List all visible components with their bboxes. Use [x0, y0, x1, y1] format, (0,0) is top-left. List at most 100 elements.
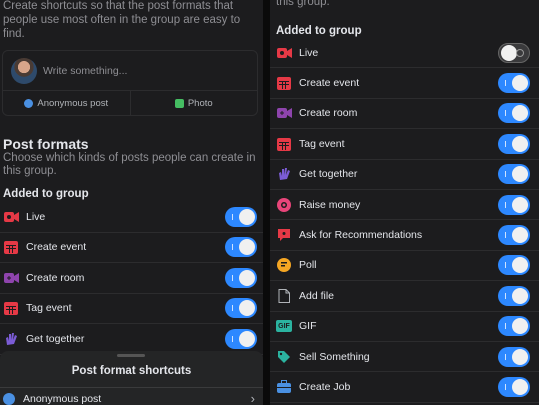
composer-placeholder[interactable]: Write something...: [43, 65, 127, 77]
format-row-create-event: Create event: [270, 68, 539, 99]
tag-icon: [276, 349, 292, 365]
tag-event-toggle[interactable]: [498, 133, 530, 154]
anonymous-post-label: Anonymous post: [37, 97, 109, 109]
get-together-toggle[interactable]: [225, 328, 257, 349]
anonymous-icon: [3, 393, 15, 405]
composer-actions: Anonymous post Photo: [3, 91, 257, 115]
calendar-icon: [3, 239, 19, 255]
sheet-row-label: Anonymous post: [23, 393, 102, 405]
poll-icon: [276, 257, 292, 273]
sheet-divider: [0, 387, 263, 388]
sheet-drag-handle[interactable]: [117, 354, 145, 357]
format-label: Create Job: [299, 380, 351, 393]
recommendation-icon: [276, 227, 292, 243]
description-tail: this group.: [276, 0, 330, 8]
format-row-get-together: Get together: [0, 324, 263, 355]
hand-wave-icon: [276, 166, 292, 182]
sheet-row-anonymous-post[interactable]: Anonymous post: [3, 393, 101, 405]
live-icon: [276, 45, 292, 61]
photo-label: Photo: [187, 97, 213, 109]
format-row-get-together: Get together: [270, 160, 539, 190]
format-label: Poll: [299, 259, 317, 272]
sheet-title: Post format shortcuts: [71, 365, 192, 377]
format-label: Ask for Recommendations: [299, 229, 423, 242]
format-row-create-job: Create Job: [270, 372, 539, 403]
post-format-shortcuts-sheet: Post format shortcuts Anonymous post ›: [0, 351, 263, 405]
live-toggle[interactable]: [225, 206, 257, 227]
fundraiser-icon: [276, 197, 292, 213]
format-row-add-file: Add file: [270, 281, 539, 312]
format-label: Add file: [299, 289, 335, 302]
format-row-tag-event: Tag event: [270, 129, 539, 160]
hand-wave-icon: [3, 331, 19, 347]
create-event-toggle[interactable]: [225, 237, 257, 258]
video-plus-icon: [276, 105, 292, 121]
added-to-group-heading: Added to group: [3, 188, 89, 200]
get-together-toggle[interactable]: [498, 164, 530, 185]
format-row-create-room: Create room: [270, 99, 539, 130]
format-row-poll: Poll: [270, 251, 539, 282]
format-label: Create room: [26, 271, 85, 284]
format-row-gif: GIF GIF: [270, 312, 539, 342]
gif-toggle[interactable]: [498, 316, 530, 337]
photo-button[interactable]: Photo: [129, 91, 258, 115]
file-icon: [276, 288, 292, 304]
format-label: Create room: [299, 107, 358, 120]
format-label: Tag event: [299, 137, 345, 150]
raise-money-toggle[interactable]: [498, 194, 530, 215]
calendar-icon: [276, 136, 292, 152]
format-label: Live: [26, 210, 46, 223]
create-room-toggle[interactable]: [225, 267, 257, 288]
create-room-toggle[interactable]: [498, 103, 530, 124]
format-row-live: Live: [270, 38, 539, 69]
tag-event-toggle[interactable]: [225, 298, 257, 319]
left-panel: Create shortcuts so that the post format…: [0, 0, 263, 405]
format-row-sell-something: Sell Something: [270, 342, 539, 373]
anonymous-post-button[interactable]: Anonymous post: [3, 91, 130, 115]
post-composer: Write something... Anonymous post Photo: [2, 50, 258, 116]
app-root: Create shortcuts so that the post format…: [0, 0, 539, 405]
calendar-icon: [3, 300, 19, 316]
format-row-tag-event: Tag event: [0, 294, 263, 324]
left-format-list: Live Create event Create room Tag event …: [0, 202, 263, 355]
composer-top[interactable]: Write something...: [3, 51, 257, 91]
live-toggle[interactable]: [498, 42, 530, 63]
format-label: Create event: [26, 241, 87, 254]
post-formats-title: Post formats: [3, 136, 89, 152]
gif-icon: GIF: [276, 318, 292, 334]
format-row-raise-money: Raise money: [270, 190, 539, 221]
post-formats-description: Choose which kinds of posts people can c…: [3, 152, 256, 177]
chevron-right-icon[interactable]: ›: [251, 391, 255, 405]
format-label: Sell Something: [299, 350, 370, 363]
format-label: Raise money: [299, 198, 361, 211]
gif-badge: GIF: [276, 320, 292, 333]
poll-toggle[interactable]: [498, 255, 530, 276]
add-file-toggle[interactable]: [498, 285, 530, 306]
panel-gap: [263, 0, 270, 405]
live-icon: [3, 209, 19, 225]
format-row-create-room: Create room: [0, 263, 263, 294]
right-panel: this group. Added to group Live Create e…: [270, 0, 539, 405]
format-label: Live: [299, 46, 319, 59]
avatar: [11, 57, 37, 84]
calendar-icon: [276, 75, 292, 91]
ask-for-recommendations-toggle[interactable]: [498, 225, 530, 246]
format-label: GIF: [299, 320, 317, 333]
added-to-group-heading: Added to group: [276, 25, 362, 37]
format-label: Get together: [299, 168, 358, 181]
sell-something-toggle[interactable]: [498, 346, 530, 367]
briefcase-icon: [276, 379, 292, 395]
format-label: Tag event: [26, 302, 72, 315]
format-label: Get together: [26, 332, 85, 345]
create-job-toggle[interactable]: [498, 376, 530, 397]
create-event-toggle[interactable]: [498, 73, 530, 94]
format-label: Create event: [299, 77, 360, 90]
right-format-list: Live Create event Create room Tag event …: [270, 38, 539, 403]
intro-text: Create shortcuts so that the post format…: [3, 0, 241, 40]
format-row-live: Live: [0, 202, 263, 233]
format-row-ask-for-recommendations: Ask for Recommendations: [270, 220, 539, 251]
anonymous-icon: [24, 98, 34, 108]
format-row-create-event: Create event: [0, 233, 263, 263]
photo-icon: [174, 98, 184, 108]
video-plus-icon: [3, 270, 19, 286]
